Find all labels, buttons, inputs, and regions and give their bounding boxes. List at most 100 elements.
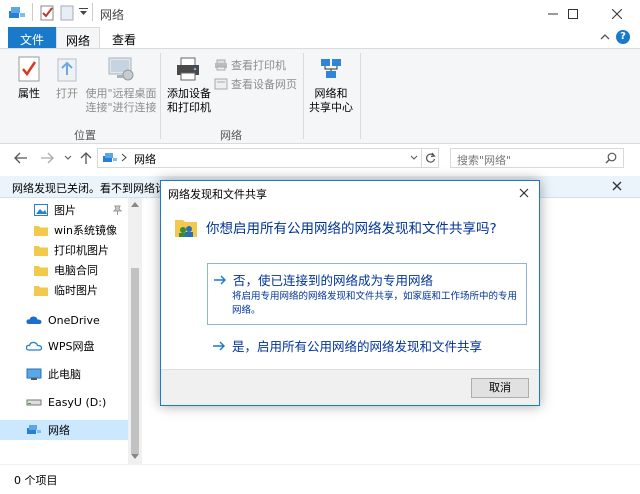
option-public-title: 是，启用所有公用网络的网络发现和文件共享	[232, 339, 483, 354]
infobar-close-icon[interactable]	[612, 181, 622, 191]
pictures-icon	[34, 204, 48, 216]
folder-icon	[34, 244, 48, 256]
network-folder-icon	[174, 215, 198, 239]
sidebar-item-label: WPS网盘	[48, 340, 95, 353]
view-printers-icon	[214, 59, 228, 71]
back-arrow-icon[interactable]	[14, 152, 28, 164]
add-device-label-line2: 和打印机	[167, 101, 211, 114]
wps-cloud-icon	[26, 340, 42, 352]
option-private-description: 将启用专用网络的网络发现和文件共享，如家庭和工作场所中的专用网络。	[232, 291, 518, 316]
sidebar-item-label: 图片	[54, 204, 76, 217]
help-icon[interactable]: ?	[616, 30, 630, 44]
dialog-footer: 取消	[161, 369, 539, 405]
sidebar-item-label: 打印机图片	[54, 244, 109, 257]
ribbon-tabs: 文件 网络 查看 ?	[0, 27, 640, 49]
network-center-label-line2: 共享中心	[309, 101, 353, 114]
scroll-up-icon[interactable]	[131, 202, 139, 207]
search-icon[interactable]	[605, 152, 617, 164]
tab-view[interactable]: 查看	[102, 27, 146, 49]
add-device-button[interactable]: 添加设备 和打印机	[164, 55, 214, 115]
this-pc-icon	[26, 368, 42, 381]
sidebar-item-wps-cloud[interactable]: WPS网盘	[0, 336, 128, 356]
divider	[421, 149, 422, 167]
add-device-label-line1: 添加设备	[167, 87, 211, 100]
properties-label: 属性	[18, 87, 40, 100]
folder-icon	[34, 284, 48, 296]
status-bar: 0 个项目	[0, 464, 640, 494]
view-printers-label: 查看打印机	[231, 59, 286, 72]
sidebar-item-label: win系统镜像	[54, 224, 118, 237]
properties-icon	[16, 55, 42, 83]
properties-check-icon[interactable]	[40, 5, 55, 21]
view-printers-button[interactable]: 查看打印机	[214, 57, 286, 73]
breadcrumb-chevron-icon[interactable]	[121, 153, 127, 162]
remote-desktop-label-line2: 连接"进行连接	[85, 101, 157, 114]
view-device-page-button[interactable]: 查看设备网页	[214, 76, 297, 92]
recent-locations-chevron-icon[interactable]	[64, 155, 72, 161]
view-device-page-icon	[214, 78, 228, 90]
sidebar-item-label: 电脑合同	[54, 264, 98, 277]
sidebar-scroll-thumb[interactable]	[131, 268, 139, 454]
ribbon-separator	[360, 53, 361, 139]
dialog-title: 网络发现和文件共享	[168, 188, 267, 201]
forward-arrow-icon[interactable]	[40, 152, 54, 164]
sidebar-item-pictures[interactable]: 图片	[0, 200, 128, 220]
sidebar-item-label: EasyU (D:)	[48, 395, 107, 409]
cancel-button[interactable]: 取消	[471, 378, 529, 398]
view-device-page-label: 查看设备网页	[231, 78, 297, 91]
folder-icon	[34, 224, 48, 236]
network-group-label: 网络	[220, 129, 242, 142]
sidebar-item-network[interactable]: 网络	[0, 420, 128, 440]
open-button[interactable]: 打开	[50, 55, 84, 101]
refresh-icon[interactable]	[425, 152, 436, 164]
option-private-title: 否，使已连接到的网络成为专用网络	[233, 273, 434, 288]
arrow-right-icon	[214, 275, 227, 285]
sidebar-item-this-pc[interactable]: 此电脑	[0, 364, 128, 384]
drive-icon	[26, 397, 42, 407]
network-location-icon	[102, 151, 118, 165]
remote-desktop-button[interactable]: 使用"远程桌面 连接"进行连接	[84, 55, 158, 115]
maximize-button[interactable]	[554, 0, 592, 27]
quick-access-dropdown-icon[interactable]	[79, 8, 88, 16]
option-private-network[interactable]: 否，使已连接到的网络成为专用网络 将启用专用网络的网络发现和文件共享，如家庭和工…	[207, 263, 527, 325]
scroll-down-icon[interactable]	[131, 454, 139, 459]
new-folder-icon[interactable]	[60, 5, 74, 21]
sidebar-item-label: 临时图片	[54, 284, 98, 297]
ribbon-separator	[160, 53, 161, 139]
divider	[32, 3, 33, 21]
up-arrow-icon[interactable]	[80, 151, 92, 165]
sidebar-item-drive-d[interactable]: EasyU (D:)	[0, 392, 128, 412]
search-box[interactable]: 搜索"网络"	[450, 148, 624, 168]
sidebar-item-label: OneDrive	[48, 313, 100, 327]
tab-file[interactable]: 文件	[8, 27, 56, 49]
network-icon	[26, 423, 42, 437]
address-bar[interactable]: 网络	[97, 148, 439, 168]
address-dropdown-icon[interactable]	[410, 155, 418, 161]
open-label: 打开	[56, 87, 78, 100]
sidebar-item-folder[interactable]: 打印机图片	[0, 240, 128, 260]
sidebar-item-folder[interactable]: 电脑合同	[0, 260, 128, 280]
search-placeholder: 搜索"网络"	[457, 154, 512, 167]
sidebar-item-onedrive[interactable]: OneDrive	[0, 310, 128, 330]
network-sharing-center-button[interactable]: 网络和 共享中心	[306, 55, 356, 115]
remote-desktop-label-line1: 使用"远程桌面	[85, 87, 157, 100]
divider	[92, 3, 93, 21]
option-enable-public[interactable]: 是，启用所有公用网络的网络发现和文件共享	[207, 333, 527, 357]
arrow-right-icon	[213, 341, 226, 351]
ribbon-separator	[303, 53, 304, 139]
sidebar-item-folder[interactable]: 临时图片	[0, 280, 128, 300]
breadcrumb-network[interactable]: 网络	[134, 151, 156, 167]
window-title: 网络	[100, 8, 125, 22]
network-discovery-dialog: 网络发现和文件共享 你想启用所有公用网络的网络发现和文件共享吗? 否，使已连接到…	[160, 180, 540, 406]
dialog-close-button[interactable]	[513, 183, 535, 203]
printer-icon	[175, 55, 203, 83]
dialog-question: 你想启用所有公用网络的网络发现和文件共享吗?	[206, 221, 497, 237]
close-button[interactable]	[598, 0, 636, 27]
collapse-ribbon-icon[interactable]	[600, 33, 610, 41]
properties-button[interactable]: 属性	[10, 55, 48, 101]
sidebar-item-folder[interactable]: win系统镜像	[0, 220, 128, 240]
location-group-label: 位置	[74, 129, 96, 142]
pin-icon[interactable]	[113, 205, 122, 215]
tab-network[interactable]: 网络	[56, 27, 100, 49]
navigation-pane: 图片 win系统镜像 打印机图片 电脑合同 临时图片 OneDrive WPS网…	[0, 198, 142, 464]
